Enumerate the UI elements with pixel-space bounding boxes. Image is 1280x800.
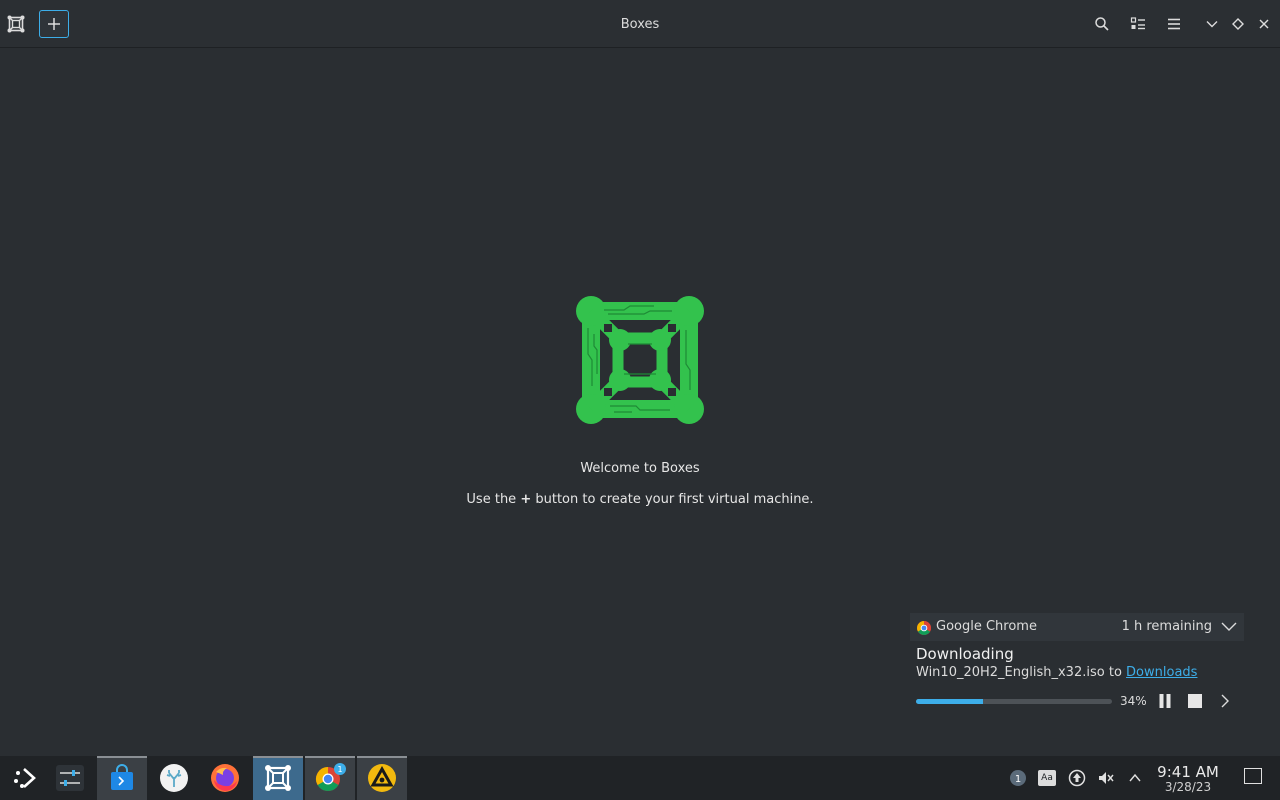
plus-icon <box>48 18 60 30</box>
downloads-folder-link[interactable]: Downloads <box>1126 665 1197 680</box>
pause-icon[interactable] <box>1156 692 1174 710</box>
boxes-logo-icon <box>574 294 706 426</box>
notification-body: Win10_20H2_English_x32.iso to Downloads <box>916 665 1197 680</box>
input-method-icon[interactable]: Aa <box>1037 768 1057 788</box>
updates-icon[interactable]: 1 <box>1008 768 1028 788</box>
chrome-badge: 1 <box>337 765 342 774</box>
new-vm-button[interactable] <box>39 10 69 38</box>
network-icon[interactable] <box>1067 768 1087 788</box>
welcome-title: Welcome to Boxes <box>580 461 700 476</box>
close-icon[interactable] <box>1252 12 1276 36</box>
tray-expand-icon[interactable] <box>1125 768 1145 788</box>
chevron-down-icon[interactable] <box>1220 619 1238 635</box>
stop-icon[interactable] <box>1186 692 1204 710</box>
chevron-right-icon[interactable] <box>1216 692 1234 710</box>
emudeck-icon[interactable] <box>357 756 407 800</box>
search-icon[interactable] <box>1090 12 1114 36</box>
notification-header: Google Chrome 1 h remaining <box>910 613 1244 641</box>
download-progress-label: 34% <box>1120 694 1147 708</box>
input-method-label: Aa <box>1038 770 1056 786</box>
welcome-subtitle-suffix: button to create your first virtual mach… <box>535 492 814 507</box>
download-notification: Google Chrome 1 h remaining Downloading … <box>910 613 1244 720</box>
welcome-plus-symbol: + <box>520 492 532 507</box>
settings-sliders-icon[interactable] <box>45 756 95 800</box>
welcome-subtitle-prefix: Use the <box>466 492 517 507</box>
selection-mode-icon[interactable] <box>1126 12 1150 36</box>
hamburger-menu-icon[interactable] <box>1162 12 1186 36</box>
welcome-subtitle: Use the + button to create your first vi… <box>0 492 1280 507</box>
minimize-icon[interactable] <box>1200 12 1224 36</box>
boxes-taskbar-icon[interactable] <box>253 756 303 800</box>
store-bag-icon[interactable] <box>97 756 147 800</box>
download-to-text: to <box>1108 665 1122 680</box>
notification-app-name: Google Chrome <box>936 619 1037 634</box>
chrome-taskbar-icon[interactable]: 1 <box>305 756 355 800</box>
window-title: Boxes <box>620 16 660 32</box>
notification-remaining: 1 h remaining <box>1121 619 1212 634</box>
title-bar: Boxes <box>0 0 1280 48</box>
taskbar: 1 1 Aa <box>0 756 1280 800</box>
boxes-icon[interactable] <box>6 14 26 34</box>
launcher-icon[interactable] <box>0 756 50 800</box>
show-desktop-icon[interactable] <box>1244 768 1262 784</box>
coral-icon[interactable] <box>149 756 199 800</box>
download-progress-bar <box>916 699 1112 704</box>
download-file-name: Win10_20H2_English_x32.iso <box>916 665 1105 680</box>
clock-date[interactable]: 3/28/23 <box>1152 780 1224 794</box>
maximize-icon[interactable] <box>1226 12 1250 36</box>
update-count: 1 <box>1015 774 1021 785</box>
clock-time[interactable]: 9:41 AM <box>1152 763 1224 781</box>
download-progress-fill <box>916 699 983 704</box>
volume-muted-icon[interactable] <box>1096 768 1116 788</box>
notification-title: Downloading <box>916 645 1014 663</box>
firefox-icon[interactable] <box>200 756 250 800</box>
chrome-icon <box>917 620 931 635</box>
